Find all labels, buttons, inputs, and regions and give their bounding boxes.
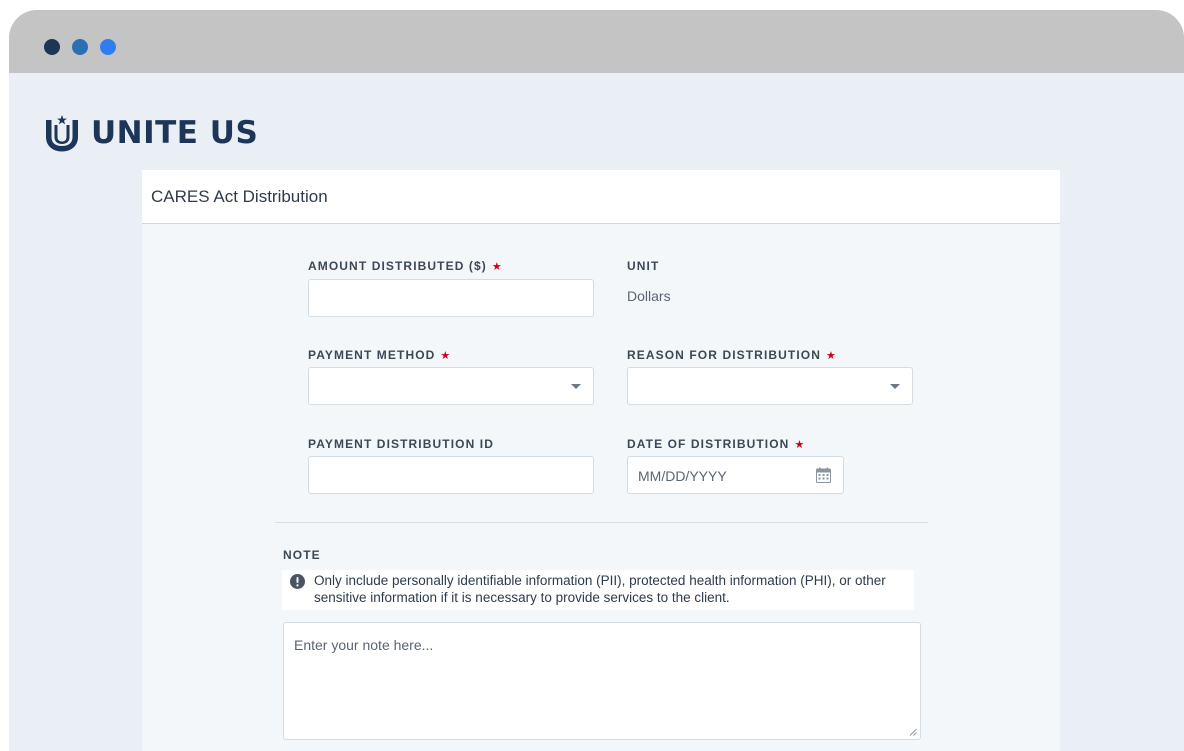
window-maximize-button[interactable]	[100, 39, 116, 55]
amount-input[interactable]	[308, 279, 594, 317]
brand-logo: UNITE US	[45, 113, 258, 153]
form-header: CARES Act Distribution	[142, 170, 1060, 224]
amount-label: AMOUNT DISTRIBUTED ($) ★	[308, 259, 503, 273]
note-placeholder: Enter your note here...	[294, 637, 434, 653]
chevron-down-icon	[571, 384, 581, 389]
info-icon	[290, 574, 305, 589]
brand-name: UNITE US	[91, 114, 259, 151]
payment-id-input[interactable]	[308, 456, 594, 494]
payment-id-label: PAYMENT DISTRIBUTION ID	[308, 437, 494, 451]
note-warning: Only include personally identifiable inf…	[282, 570, 914, 610]
resize-handle-icon[interactable]	[908, 727, 917, 736]
unit-label: UNIT	[627, 259, 660, 273]
form-title: CARES Act Distribution	[151, 187, 328, 206]
required-star: ★	[440, 350, 452, 362]
date-label: DATE OF DISTRIBUTION ★	[627, 437, 806, 451]
required-star: ★	[794, 439, 806, 451]
date-input[interactable]: MM/DD/YYYY	[627, 456, 844, 494]
reason-select[interactable]	[627, 367, 913, 405]
chevron-down-icon	[890, 384, 900, 389]
note-warning-text: Only include personally identifiable inf…	[314, 573, 886, 605]
payment-method-select[interactable]	[308, 367, 594, 405]
window-titlebar	[9, 10, 1184, 73]
unite-us-logo-icon	[46, 115, 78, 152]
payment-method-label: PAYMENT METHOD ★	[308, 348, 452, 362]
required-star: ★	[825, 350, 837, 362]
app-content: UNITE US CARES Act Distribution AMOUNT D…	[9, 73, 1184, 751]
reason-label: REASON FOR DISTRIBUTION ★	[627, 348, 837, 362]
section-divider	[275, 522, 928, 523]
window-close-button[interactable]	[44, 39, 60, 55]
app-window: UNITE US CARES Act Distribution AMOUNT D…	[9, 10, 1184, 751]
unit-value: Dollars	[627, 288, 671, 304]
note-label: NOTE	[283, 548, 321, 562]
note-textarea[interactable]: Enter your note here...	[283, 622, 921, 740]
calendar-icon[interactable]	[816, 467, 831, 483]
form-card: CARES Act Distribution AMOUNT DISTRIBUTE…	[142, 170, 1060, 751]
required-star: ★	[491, 261, 503, 273]
window-minimize-button[interactable]	[72, 39, 88, 55]
date-placeholder: MM/DD/YYYY	[638, 468, 727, 484]
